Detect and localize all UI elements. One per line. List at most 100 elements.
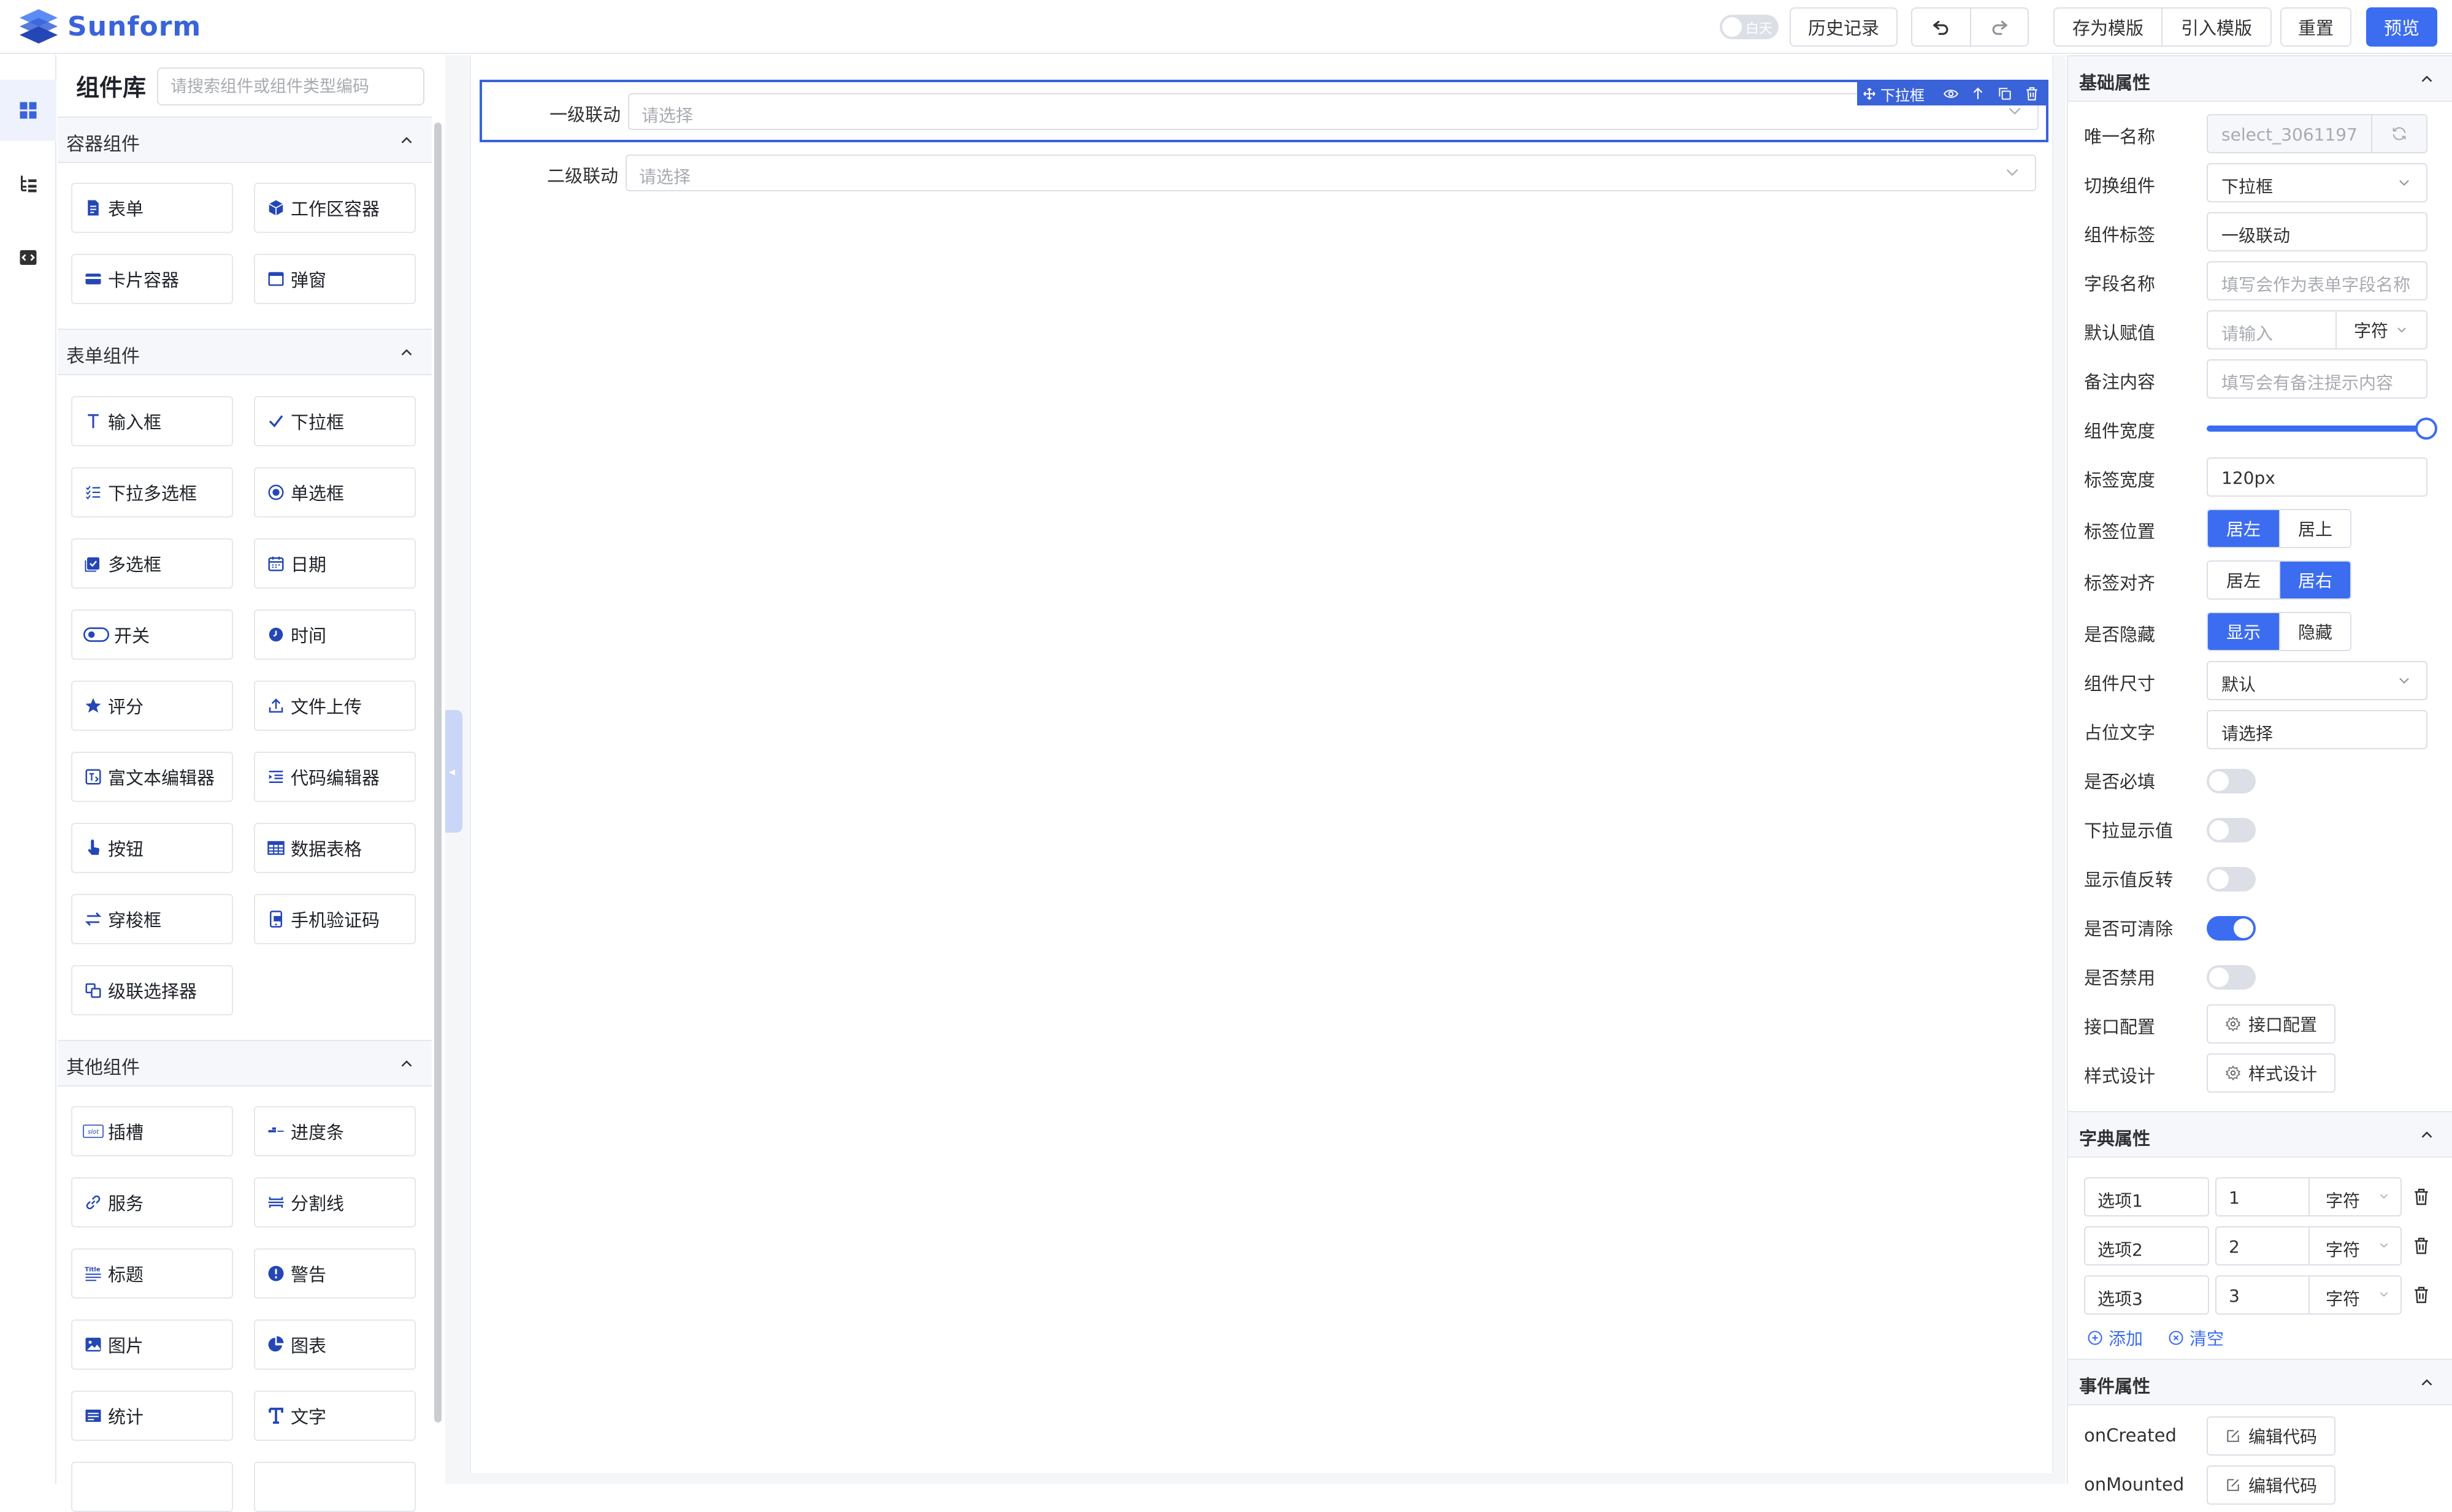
label-width-input[interactable]: 120px <box>2207 457 2427 497</box>
reset-button[interactable]: 重置 <box>2280 7 2351 47</box>
dict-label-input[interactable]: 选项2 <box>2084 1226 2209 1266</box>
event-props-header[interactable]: 事件属性 <box>2068 1359 2452 1405</box>
dict-props-header[interactable]: 字典属性 <box>2068 1111 2452 1158</box>
comp-service[interactable]: 服务 <box>71 1177 233 1228</box>
reverse-switch[interactable] <box>2207 867 2256 892</box>
dict-clear-button[interactable]: 清空 <box>2167 1326 2224 1350</box>
refresh-button[interactable] <box>2371 115 2426 152</box>
comp-cascader[interactable]: 级联选择器 <box>71 965 233 1015</box>
redo-button[interactable] <box>1970 9 2028 45</box>
rail-code[interactable] <box>0 227 56 288</box>
comp-multi-select[interactable]: 下拉多选框 <box>71 467 233 517</box>
dict-type-select[interactable]: 字符 <box>2308 1277 2400 1313</box>
comp-workspace[interactable]: 工作区容器 <box>254 183 416 233</box>
comp-text[interactable]: 文字 <box>254 1391 416 1441</box>
comp-title[interactable]: Title 标题 <box>71 1248 233 1299</box>
undo-button[interactable] <box>1912 9 1970 45</box>
comp-more-2[interactable] <box>254 1462 416 1512</box>
comp-rich-text[interactable]: 富文本编辑器 <box>71 752 233 802</box>
style-design-button[interactable]: 样式设计 <box>2207 1053 2336 1093</box>
trash-icon[interactable] <box>2412 1187 2431 1207</box>
comp-rate[interactable]: 评分 <box>71 681 233 731</box>
section-container[interactable]: 容器组件 <box>58 116 432 163</box>
comp-image[interactable]: 图片 <box>71 1319 233 1370</box>
clearable-switch[interactable] <box>2207 916 2256 941</box>
comp-time[interactable]: 时间 <box>254 609 416 660</box>
trash-icon[interactable] <box>2412 1285 2431 1305</box>
panel-collapse-handle[interactable]: ◂ <box>445 710 462 833</box>
dict-label-input[interactable]: 选项3 <box>2084 1275 2209 1315</box>
required-switch[interactable] <box>2207 769 2256 793</box>
comp-slot[interactable]: slot 插槽 <box>71 1106 233 1156</box>
label-align-right[interactable]: 居右 <box>2279 562 2350 598</box>
form-canvas[interactable]: 一级联动 请选择 下拉框 二级联动 请选择 <box>470 55 2053 1473</box>
dict-type-select[interactable]: 字符 <box>2308 1178 2400 1215</box>
comp-card[interactable]: 卡片容器 <box>71 254 233 304</box>
toolbar-hide[interactable] <box>1942 85 1960 103</box>
comp-divider[interactable]: 分割线 <box>254 1177 416 1228</box>
field-select[interactable]: 请选择 <box>628 93 2039 130</box>
edit-code-button[interactable]: 编辑代码 <box>2207 1416 2336 1456</box>
basic-props-header[interactable]: 基础属性 <box>2068 55 2452 102</box>
comp-select[interactable]: 下拉框 <box>254 396 416 446</box>
history-button[interactable]: 历史记录 <box>1790 7 1898 47</box>
remark-input[interactable]: 填写会有备注提示内容 <box>2207 359 2427 399</box>
dict-value-input[interactable]: 3 字符 <box>2215 1275 2402 1315</box>
comp-alert[interactable]: 警告 <box>254 1248 416 1299</box>
comp-chart[interactable]: 图表 <box>254 1319 416 1370</box>
hidden-hide[interactable]: 隐藏 <box>2279 613 2350 650</box>
comp-form[interactable]: 表单 <box>71 183 233 233</box>
library-scrollbar[interactable] <box>434 123 442 1422</box>
value-type-select[interactable]: 字符 <box>2335 311 2426 348</box>
brand-logo[interactable]: Sunform <box>18 6 201 47</box>
comp-radio[interactable]: 单选框 <box>254 467 416 517</box>
comp-switch[interactable]: 开关 <box>71 609 233 660</box>
rail-components[interactable] <box>0 80 56 141</box>
dict-add-button[interactable]: 添加 <box>2086 1326 2143 1350</box>
comp-dialog[interactable]: 弹窗 <box>254 254 416 304</box>
form-field-row[interactable]: 一级联动 请选择 下拉框 <box>480 80 2048 142</box>
placeholder-input[interactable]: 请选择 <box>2207 710 2427 749</box>
hidden-show[interactable]: 显示 <box>2208 613 2279 650</box>
toolbar-tag[interactable]: 下拉框 <box>1862 83 1925 105</box>
comp-date[interactable]: 日期 <box>254 538 416 589</box>
slider-handle[interactable] <box>2415 418 2437 440</box>
dict-value-input[interactable]: 1 字符 <box>2215 1177 2402 1216</box>
preview-button[interactable]: 预览 <box>2366 7 2437 47</box>
comp-table[interactable]: 数据表格 <box>254 823 416 873</box>
show-value-switch[interactable] <box>2207 818 2256 842</box>
comp-transfer[interactable]: 穿梭框 <box>71 894 233 944</box>
comp-checkbox[interactable]: 多选框 <box>71 538 233 589</box>
import-template-button[interactable]: 引入模版 <box>2161 9 2270 45</box>
disabled-switch[interactable] <box>2207 965 2256 990</box>
label-align-left[interactable]: 居左 <box>2208 562 2279 598</box>
toolbar-delete[interactable] <box>2023 85 2041 103</box>
component-width-slider[interactable] <box>2207 418 2437 440</box>
rail-outline[interactable] <box>0 153 56 215</box>
toolbar-copy[interactable] <box>1996 85 2014 103</box>
field-name-input[interactable]: 填写会作为表单字段名称 <box>2207 261 2427 300</box>
comp-upload[interactable]: 文件上传 <box>254 681 416 731</box>
switch-component-select[interactable]: 下拉框 <box>2207 163 2427 202</box>
comp-sms-code[interactable]: 手机验证码 <box>254 894 416 944</box>
dict-type-select[interactable]: 字符 <box>2308 1228 2400 1264</box>
field-select[interactable]: 请选择 <box>626 155 2036 191</box>
trash-icon[interactable] <box>2412 1236 2431 1256</box>
label-position-left[interactable]: 居左 <box>2208 510 2279 547</box>
comp-button[interactable]: 按钮 <box>71 823 233 873</box>
component-label-input[interactable]: 一级联动 <box>2207 212 2427 251</box>
dict-label-input[interactable]: 选项1 <box>2084 1177 2209 1216</box>
edit-code-button[interactable]: 编辑代码 <box>2207 1465 2336 1505</box>
theme-toggle[interactable]: 白天 <box>1720 15 1779 39</box>
section-form[interactable]: 表单组件 <box>58 329 432 375</box>
form-field-row[interactable]: 二级联动 请选择 <box>480 143 2048 206</box>
comp-code-editor[interactable]: 代码编辑器 <box>254 752 416 802</box>
comp-progress[interactable]: 进度条 <box>254 1106 416 1156</box>
library-search-input[interactable] <box>157 67 424 105</box>
dict-value-input[interactable]: 2 字符 <box>2215 1226 2402 1266</box>
section-other[interactable]: 其他组件 <box>58 1040 432 1086</box>
save-template-button[interactable]: 存为模版 <box>2055 9 2161 45</box>
comp-input[interactable]: 输入框 <box>71 396 233 446</box>
toolbar-move-up[interactable] <box>1969 85 1987 103</box>
comp-statistic[interactable]: 统计 <box>71 1391 233 1441</box>
